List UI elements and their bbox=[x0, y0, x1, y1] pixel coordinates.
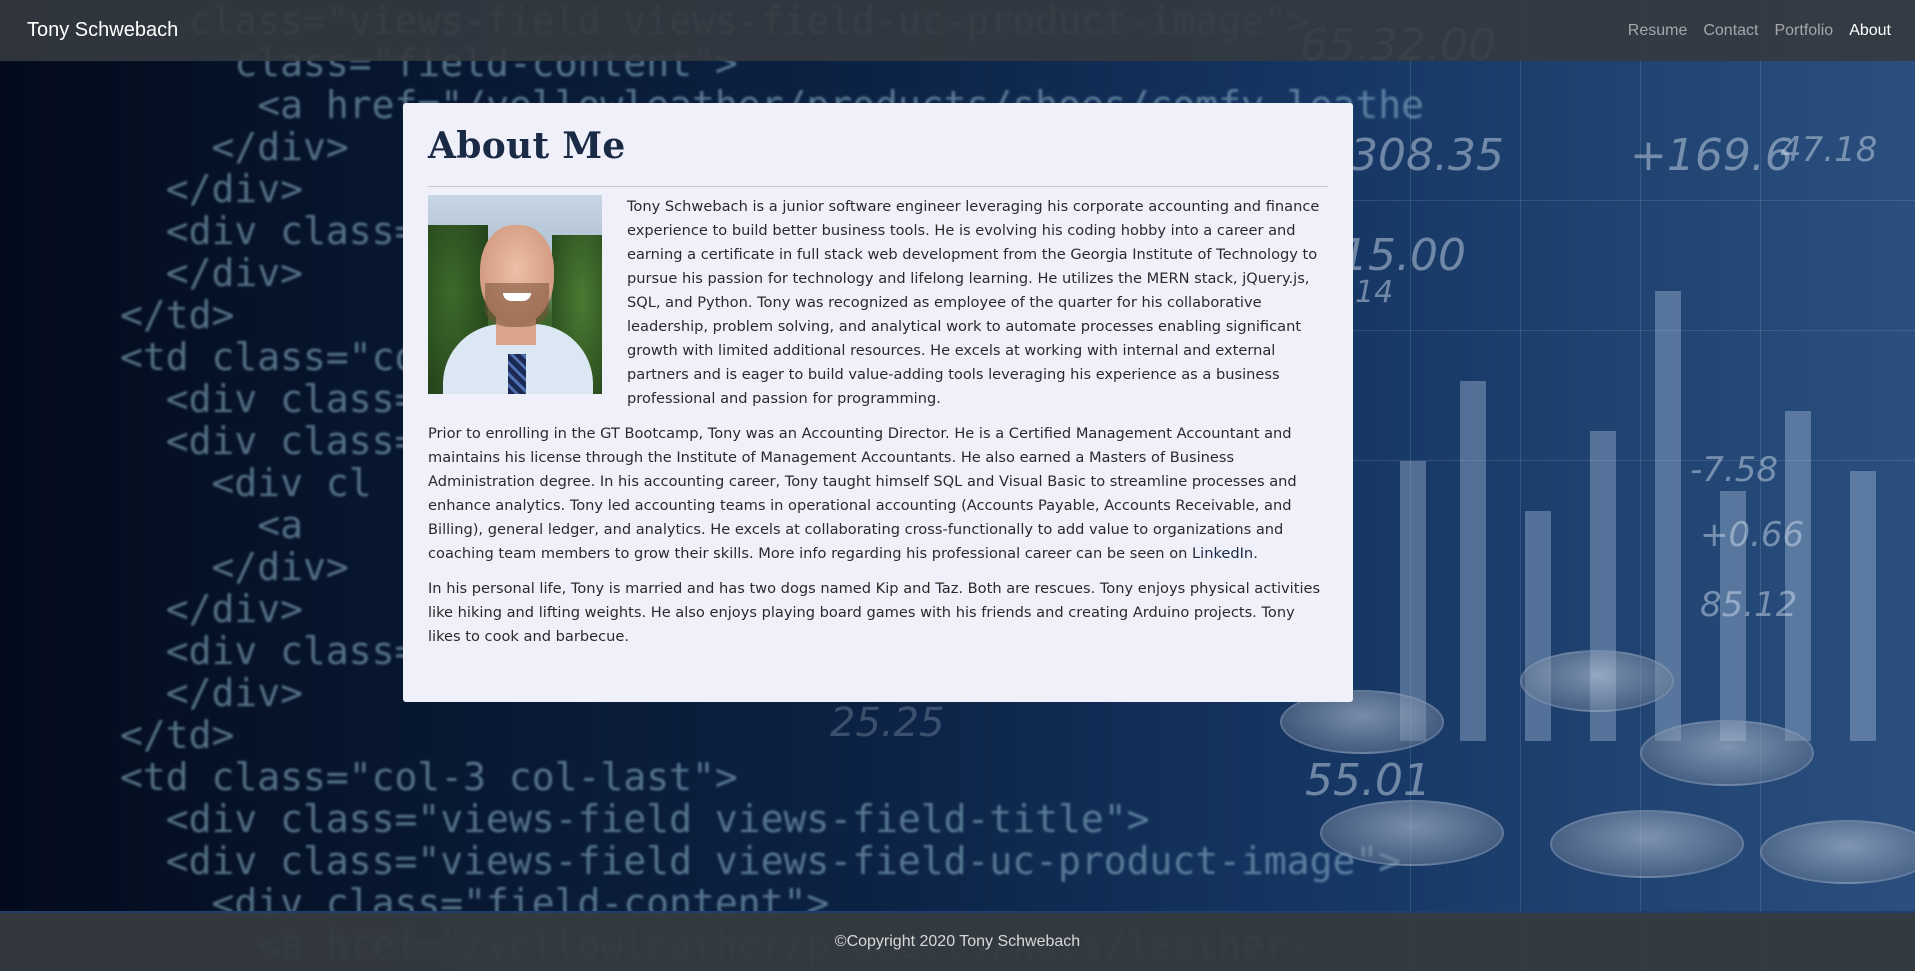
background-code-line: <div class="views-field views-field-titl… bbox=[120, 797, 1150, 841]
profile-photo bbox=[428, 195, 602, 394]
nav-link-resume[interactable]: Resume bbox=[1620, 14, 1696, 48]
intro-section: Tony Schwebach is a junior software engi… bbox=[428, 195, 1328, 422]
nav-links: Resume Contact Portfolio About bbox=[1620, 14, 1899, 48]
bio-paragraph-2: Prior to enrolling in the GT Bootcamp, T… bbox=[428, 422, 1328, 566]
nav-link-portfolio[interactable]: Portfolio bbox=[1766, 14, 1841, 48]
background-code-line: </td> bbox=[120, 713, 235, 757]
page-title: About Me bbox=[428, 125, 626, 167]
copyright-text: ©Copyright 2020 Tony Schwebach bbox=[834, 933, 1081, 950]
bio-paragraph-2-text: Prior to enrolling in the GT Bootcamp, T… bbox=[428, 425, 1297, 562]
background-finance-graphic: 65.32.00 308.35 +169.6 47.18 15.00 14 -7… bbox=[830, 0, 1915, 971]
brand-link[interactable]: Tony Schwebach bbox=[27, 19, 178, 42]
background-code-line: <div class="views-field views-field-uc-p… bbox=[120, 839, 1402, 883]
bio-paragraph-3: In his personal life, Tony is married an… bbox=[428, 580, 1321, 645]
nav-link-contact[interactable]: Contact bbox=[1695, 14, 1766, 48]
linkedin-link[interactable]: LinkedIn bbox=[1192, 545, 1253, 562]
bio-paragraph-2-suffix: . bbox=[1253, 545, 1258, 562]
footer: ©Copyright 2020 Tony Schwebach bbox=[0, 911, 1915, 971]
background-code-line: <td class="col-3 col-last"> bbox=[120, 755, 738, 799]
top-navbar: Tony Schwebach Resume Contact Portfolio … bbox=[0, 0, 1915, 61]
nav-link-about[interactable]: About bbox=[1841, 14, 1899, 48]
title-divider bbox=[428, 186, 1328, 187]
about-card: About Me Tony Schwebach is a junior soft… bbox=[403, 103, 1353, 702]
